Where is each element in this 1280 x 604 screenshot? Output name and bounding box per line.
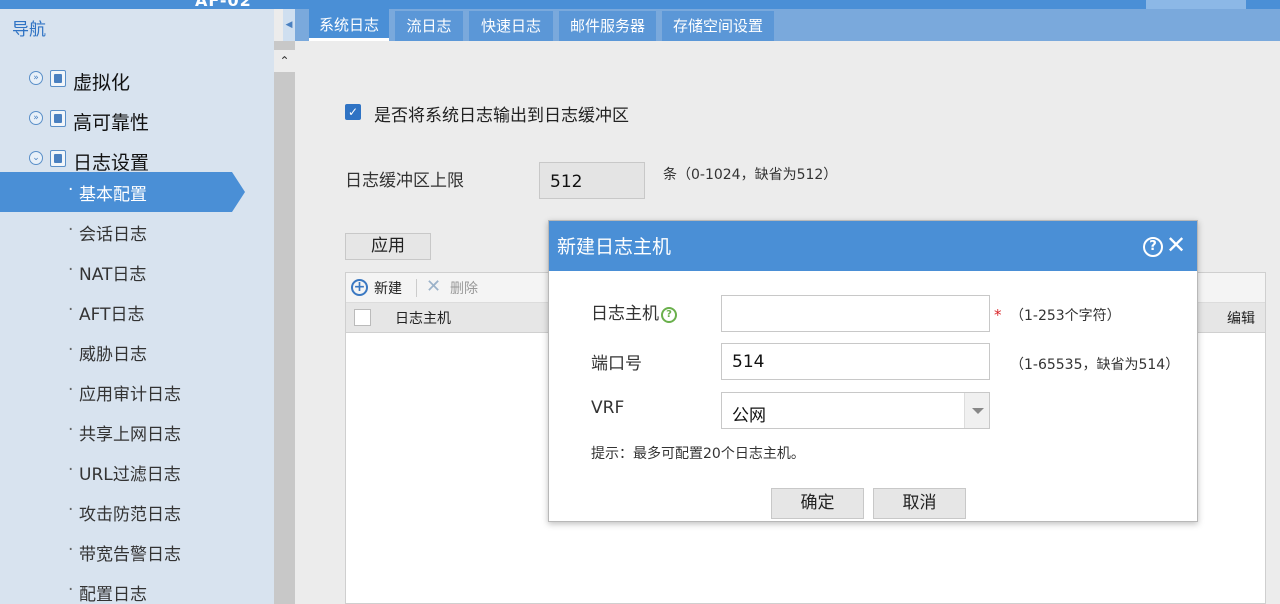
buffer-limit-label: 日志缓冲区上限 [345,171,464,191]
delete-icon[interactable]: ✕ [426,276,441,297]
sidebar-item-config-log[interactable]: · 配置日志 [0,572,274,604]
expand-icon[interactable]: » [29,71,43,85]
sidebar-item-label: 配置日志 [79,585,147,604]
dropdown-arrow-icon[interactable] [964,393,989,428]
new-log-host-dialog: 新建日志主机 ? ✕ 日志主机? * （1-253个字符） 端口号 514 （1… [548,220,1198,522]
sidebar-item-bandwidth-alarm-log[interactable]: · 带宽告警日志 [0,532,274,572]
apply-button[interactable]: 应用 [345,233,431,260]
sidebar-item-label: URL过滤日志 [79,465,181,485]
tab-bar: ◀ 系统日志 流日志 快速日志 邮件服务器 存储空间设置 [283,9,1280,41]
scroll-up-icon[interactable]: ⌃ [274,50,295,72]
sidebar-item-nat-log[interactable]: · NAT日志 [0,252,274,292]
sidebar-item-threat-log[interactable]: · 威胁日志 [0,332,274,372]
sidebar-item-label: 威胁日志 [79,345,147,365]
column-header-edit: 编辑 [1227,311,1255,327]
sidebar-item-aft-log[interactable]: · AFT日志 [0,292,274,332]
vrf-label: VRF [591,398,625,418]
sidebar-item-label: 带宽告警日志 [79,545,181,565]
top-tab-stub[interactable] [1146,0,1246,9]
log-host-input[interactable] [721,295,990,332]
output-buffer-label: 是否将系统日志输出到日志缓冲区 [374,106,629,126]
buffer-limit-input[interactable]: 512 [539,162,645,199]
bullet: · [68,300,74,320]
sidebar-scrollbar[interactable]: ⌃ [274,41,295,604]
sidebar-group-high-availability[interactable]: » 高可靠性 [0,103,274,137]
cancel-button[interactable]: 取消 [873,488,966,519]
port-label: 端口号 [591,354,642,374]
sidebar-item-basic-config[interactable]: · 基本配置 [0,172,274,212]
add-icon[interactable]: + [351,279,368,296]
delete-button[interactable]: 删除 [450,278,478,298]
column-header-log-host: 日志主机 [395,311,451,327]
tab-storage-settings[interactable]: 存储空间设置 [662,11,774,41]
sidebar-item-label: NAT日志 [79,265,147,285]
sidebar-item-label: 共享上网日志 [79,425,181,445]
sidebar-group-label: 高可靠性 [73,112,150,134]
top-banner: AF-02 [0,0,1280,10]
tab-fast-log[interactable]: 快速日志 [469,11,553,41]
dialog-title: 新建日志主机 [557,236,672,258]
dialog-header: 新建日志主机 ? ✕ [549,221,1197,271]
sidebar-item-label: 基本配置 [79,185,147,205]
help-icon[interactable]: ? [1143,237,1163,257]
virtualization-icon [50,70,66,87]
sidebar-item-app-audit-log[interactable]: · 应用审计日志 [0,372,274,412]
toolbar-divider [416,279,417,297]
log-host-label: 日志主机 [591,304,659,324]
sidebar-item-label: 攻击防范日志 [79,505,181,525]
bullet: · [68,220,74,240]
tab-flow-log[interactable]: 流日志 [395,11,463,41]
port-input[interactable]: 514 [721,343,990,380]
bullet: · [68,260,74,280]
sidebar-item-shared-access-log[interactable]: · 共享上网日志 [0,412,274,452]
dialog-tip: 提示：最多可配置20个日志主机。 [591,446,805,462]
close-icon[interactable]: ✕ [1166,231,1186,259]
new-button[interactable]: 新建 [374,278,402,298]
log-settings-icon [50,150,66,167]
sidebar-item-attack-defense-log[interactable]: · 攻击防范日志 [0,492,274,532]
vrf-selected-value: 公网 [732,406,766,426]
sidebar-title: 导航 [12,20,46,40]
buffer-limit-hint: 条（0-1024，缺省为512） [663,167,838,183]
vrf-select[interactable]: 公网 [721,392,990,429]
collapse-icon[interactable]: ⌄ [29,151,43,165]
bullet: · [68,340,74,360]
sidebar-item-label: 会话日志 [79,225,147,245]
ok-button[interactable]: 确定 [771,488,864,519]
sidebar-item-label: AFT日志 [79,305,145,325]
port-hint: （1-65535，缺省为514） [1010,357,1180,373]
field-help-icon[interactable]: ? [661,307,677,323]
bullet: · [68,500,74,520]
log-host-hint: （1-253个字符） [1010,308,1121,324]
sidebar-item-session-log[interactable]: · 会话日志 [0,212,274,252]
sidebar-group-label: 虚拟化 [73,72,131,94]
sidebar-item-label: 应用审计日志 [79,385,181,405]
tab-system-log[interactable]: 系统日志 [309,9,389,41]
bullet: · [68,540,74,560]
output-buffer-checkbox[interactable]: ✓ [345,104,361,120]
expand-icon[interactable]: » [29,111,43,125]
bullet: · [68,460,74,480]
bullet: · [68,380,74,400]
shield-icon [50,110,66,127]
bullet: · [68,580,74,600]
sidebar-group-label: 日志设置 [73,152,150,174]
log-host-label-row: 日志主机? [591,299,677,324]
sidebar: 导航 » 虚拟化 » 高可靠性 ⌄ 日志设置 · 基本配置 · 会话日志 · N… [0,9,274,604]
sidebar-item-url-filter-log[interactable]: · URL过滤日志 [0,452,274,492]
collapse-sidebar-icon[interactable]: ◀ [283,9,295,41]
bullet: · [68,180,74,200]
select-all-checkbox[interactable] [354,309,371,326]
sidebar-group-virtualization[interactable]: » 虚拟化 [0,63,274,97]
bullet: · [68,420,74,440]
tab-mail-server[interactable]: 邮件服务器 [559,11,656,41]
required-mark: * [994,306,1002,324]
